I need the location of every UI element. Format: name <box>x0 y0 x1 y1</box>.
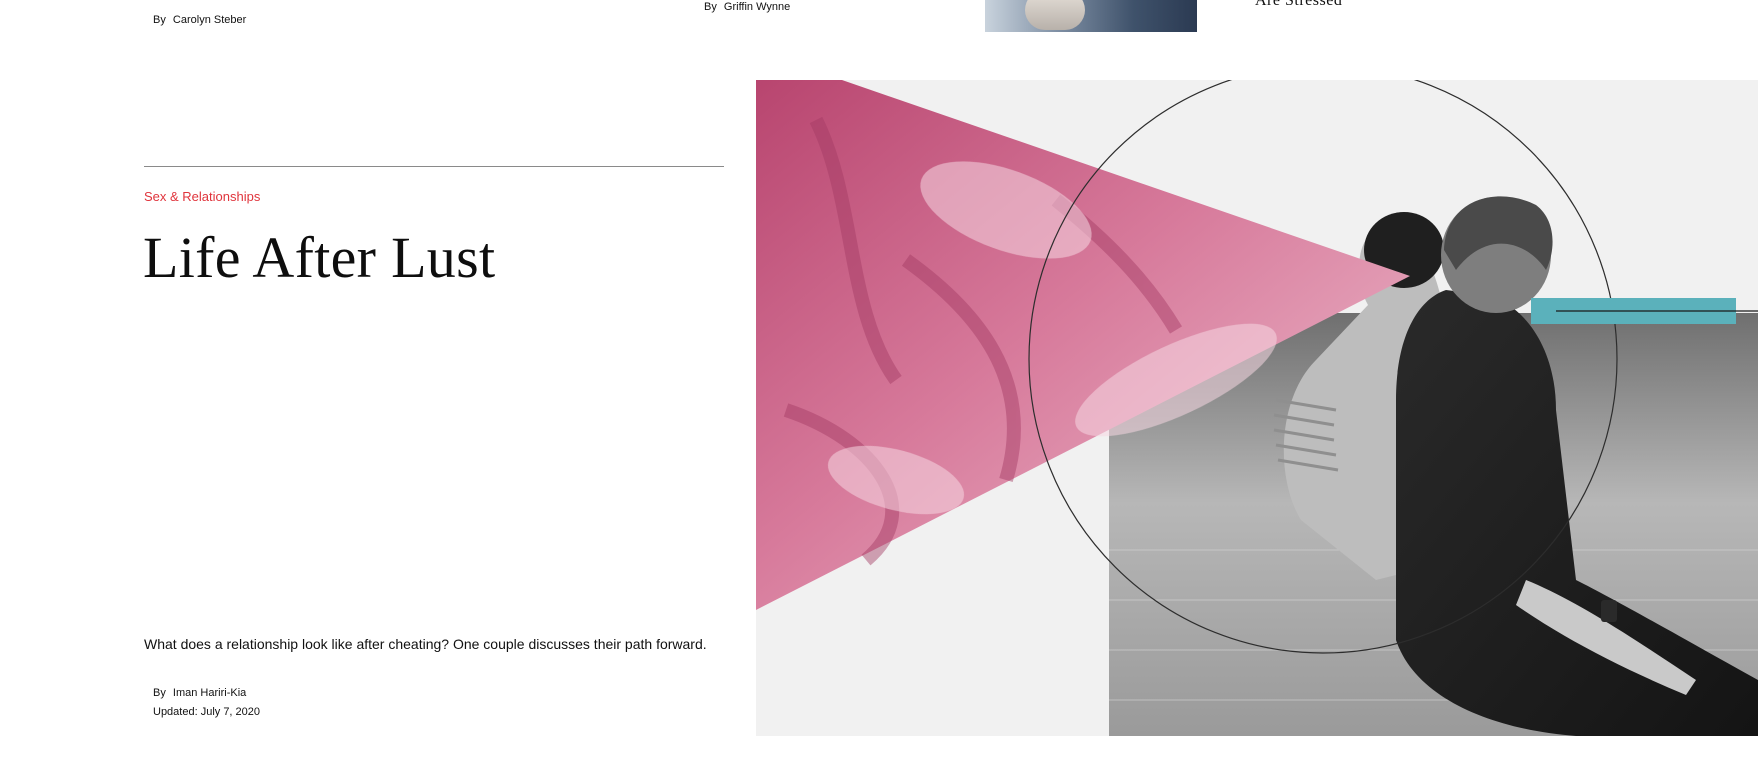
article-thumbnail-image[interactable] <box>985 0 1197 32</box>
category-link[interactable]: Sex & Relationships <box>144 189 260 204</box>
byline-prefix: By <box>153 687 166 699</box>
author-link[interactable]: Carolyn Steber <box>173 14 246 26</box>
author-link[interactable]: Griffin Wynne <box>724 1 790 13</box>
cropped-headline[interactable]: Are Stressed <box>1255 0 1342 10</box>
top-byline-griffin: By Griffin Wynne <box>704 1 790 13</box>
updated-date: Updated: July 7, 2020 <box>153 706 261 718</box>
article-byline: By Iman Hariri-Kia <box>153 687 246 699</box>
article-headline[interactable]: Life After Lust <box>143 224 495 291</box>
hero-image[interactable] <box>756 80 1758 736</box>
article-dek: What does a relationship look like after… <box>144 636 707 652</box>
top-byline-carolyn: By Carolyn Steber <box>153 14 246 26</box>
byline-prefix: By <box>704 1 717 13</box>
wristwatch <box>1601 600 1617 622</box>
byline-prefix: By <box>153 14 166 26</box>
section-divider <box>144 166 724 167</box>
author-link[interactable]: Iman Hariri-Kia <box>173 687 246 699</box>
hero-collage <box>756 80 1758 736</box>
thumbnail-figure <box>1025 0 1085 30</box>
